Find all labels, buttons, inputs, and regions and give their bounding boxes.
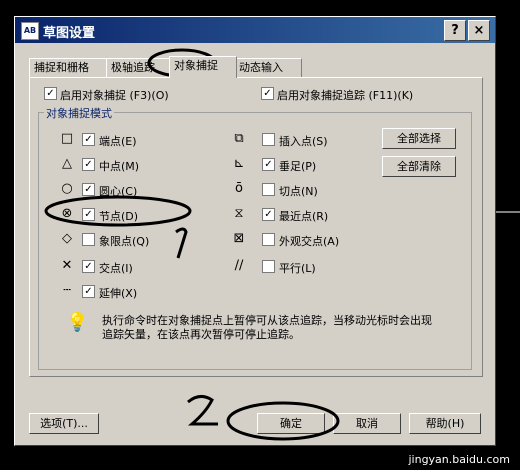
annotation-overlay <box>44 48 520 441</box>
tab-object-snap[interactable]: 对象捕捉 <box>169 56 237 78</box>
ok-highlight-circle <box>226 401 340 441</box>
annotation-number-1 <box>175 227 188 259</box>
node-highlight-circle <box>44 195 192 227</box>
watermark: jingyan.baidu.com <box>408 453 510 466</box>
annotation-number-2 <box>187 395 218 426</box>
